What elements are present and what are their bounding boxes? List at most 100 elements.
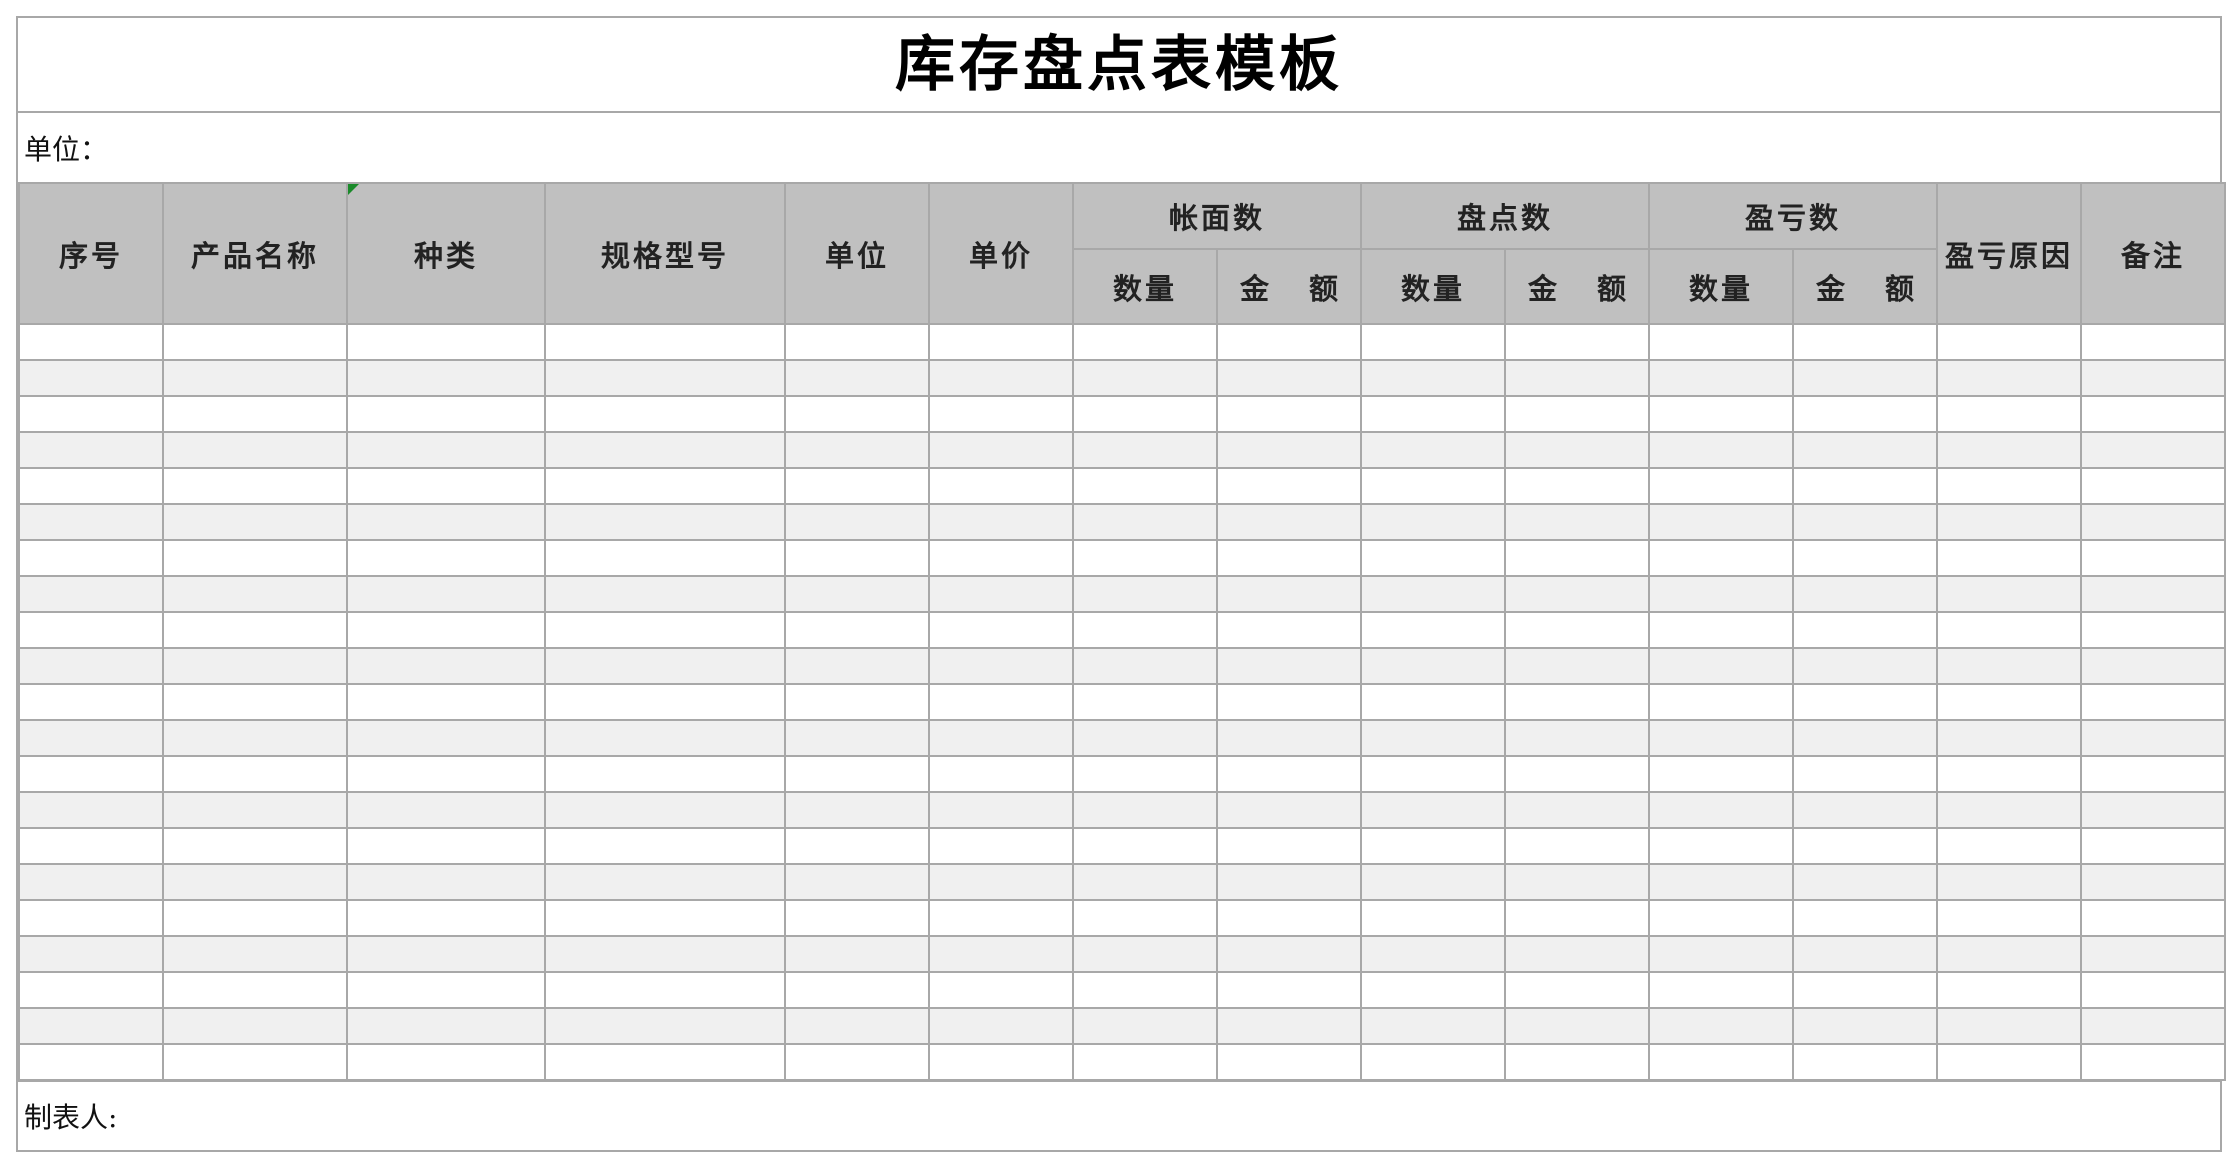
table-cell[interactable] [2080, 647, 2227, 685]
table-cell[interactable] [1648, 863, 1795, 901]
table-cell[interactable] [1215, 1043, 1363, 1081]
table-cell[interactable] [784, 503, 930, 541]
table-cell[interactable] [928, 575, 1074, 613]
table-cell[interactable] [162, 503, 348, 541]
table-cell[interactable] [1936, 863, 2083, 901]
table-cell[interactable] [928, 755, 1074, 793]
table-cell[interactable] [1648, 899, 1795, 937]
table-cell[interactable] [162, 1043, 348, 1081]
table-cell[interactable] [1792, 1007, 1939, 1045]
table-cell[interactable] [2080, 791, 2227, 829]
table-cell[interactable] [1936, 719, 2083, 757]
table-cell[interactable] [1936, 431, 2083, 469]
table-cell[interactable] [346, 863, 546, 901]
table-cell[interactable] [784, 755, 930, 793]
table-cell[interactable] [1215, 827, 1363, 865]
table-cell[interactable] [1648, 647, 1795, 685]
table-cell[interactable] [1504, 611, 1651, 649]
table-cell[interactable] [1072, 467, 1218, 505]
table-cell[interactable] [1792, 503, 1939, 541]
table-cell[interactable] [1648, 575, 1795, 613]
table-cell[interactable] [1360, 935, 1507, 973]
table-cell[interactable] [928, 935, 1074, 973]
table-cell[interactable] [2080, 431, 2227, 469]
table-cell[interactable] [1072, 1007, 1218, 1045]
table-cell[interactable] [18, 971, 164, 1009]
table-cell[interactable] [544, 395, 786, 433]
table-cell[interactable] [346, 503, 546, 541]
table-cell[interactable] [1648, 935, 1795, 973]
table-cell[interactable] [1072, 935, 1218, 973]
table-cell[interactable] [784, 431, 930, 469]
table-cell[interactable] [18, 359, 164, 397]
table-cell[interactable] [1215, 647, 1363, 685]
table-cell[interactable] [346, 971, 546, 1009]
table-cell[interactable] [1792, 647, 1939, 685]
table-cell[interactable] [1792, 935, 1939, 973]
table-cell[interactable] [784, 395, 930, 433]
table-cell[interactable] [18, 575, 164, 613]
table-cell[interactable] [928, 467, 1074, 505]
table-cell[interactable] [2080, 539, 2227, 577]
table-cell[interactable] [1360, 323, 1507, 361]
table-cell[interactable] [1792, 755, 1939, 793]
table-cell[interactable] [18, 899, 164, 937]
table-cell[interactable] [162, 647, 348, 685]
table-cell[interactable] [346, 899, 546, 937]
table-cell[interactable] [1504, 863, 1651, 901]
table-cell[interactable] [1215, 971, 1363, 1009]
table-cell[interactable] [346, 467, 546, 505]
table-cell[interactable] [2080, 719, 2227, 757]
table-cell[interactable] [1360, 395, 1507, 433]
table-cell[interactable] [1504, 935, 1651, 973]
table-cell[interactable] [346, 683, 546, 721]
table-cell[interactable] [1504, 971, 1651, 1009]
table-cell[interactable] [1215, 611, 1363, 649]
table-cell[interactable] [928, 611, 1074, 649]
table-cell[interactable] [18, 1043, 164, 1081]
table-cell[interactable] [18, 611, 164, 649]
table-cell[interactable] [162, 935, 348, 973]
table-cell[interactable] [1504, 791, 1651, 829]
table-cell[interactable] [1360, 971, 1507, 1009]
table-cell[interactable] [928, 1043, 1074, 1081]
table-cell[interactable] [1215, 467, 1363, 505]
table-cell[interactable] [162, 791, 348, 829]
table-cell[interactable] [162, 467, 348, 505]
table-cell[interactable] [784, 323, 930, 361]
table-cell[interactable] [784, 935, 930, 973]
table-cell[interactable] [162, 899, 348, 937]
table-cell[interactable] [544, 971, 786, 1009]
table-cell[interactable] [928, 971, 1074, 1009]
table-cell[interactable] [162, 683, 348, 721]
table-cell[interactable] [18, 719, 164, 757]
table-cell[interactable] [1936, 899, 2083, 937]
table-cell[interactable] [544, 863, 786, 901]
table-cell[interactable] [544, 1007, 786, 1045]
table-cell[interactable] [1936, 575, 2083, 613]
table-cell[interactable] [18, 827, 164, 865]
table-cell[interactable] [1072, 683, 1218, 721]
table-cell[interactable] [1072, 791, 1218, 829]
table-cell[interactable] [1504, 719, 1651, 757]
table-cell[interactable] [1504, 431, 1651, 469]
table-cell[interactable] [1072, 611, 1218, 649]
table-cell[interactable] [928, 827, 1074, 865]
table-cell[interactable] [1936, 827, 2083, 865]
table-cell[interactable] [1936, 359, 2083, 397]
table-cell[interactable] [1648, 611, 1795, 649]
table-cell[interactable] [1792, 431, 1939, 469]
table-cell[interactable] [18, 539, 164, 577]
table-cell[interactable] [1072, 719, 1218, 757]
table-cell[interactable] [2080, 359, 2227, 397]
table-cell[interactable] [544, 827, 786, 865]
table-cell[interactable] [544, 719, 786, 757]
table-cell[interactable] [544, 683, 786, 721]
table-cell[interactable] [2080, 863, 2227, 901]
table-cell[interactable] [162, 359, 348, 397]
table-cell[interactable] [784, 1007, 930, 1045]
table-cell[interactable] [346, 323, 546, 361]
table-cell[interactable] [162, 863, 348, 901]
table-cell[interactable] [1360, 755, 1507, 793]
table-cell[interactable] [1360, 503, 1507, 541]
